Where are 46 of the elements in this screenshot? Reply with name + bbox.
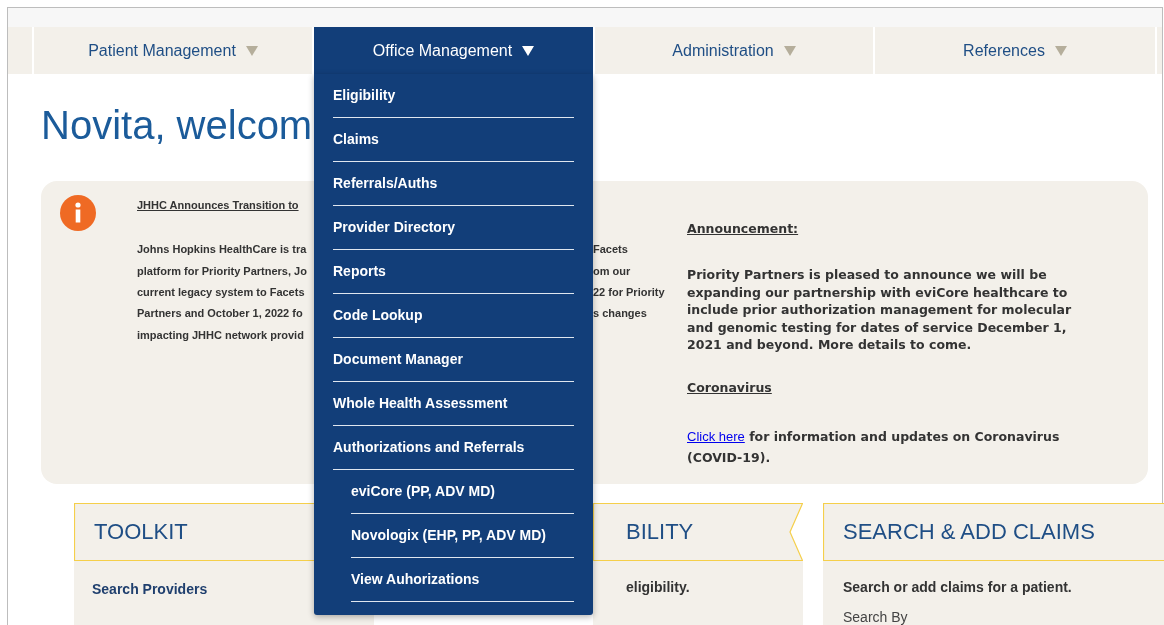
nav-bar-end xyxy=(1157,27,1162,74)
notice-text: Facets xyxy=(593,242,628,258)
menu-item[interactable]: Whole Health Assessment xyxy=(333,382,574,426)
menu-item[interactable]: eviCore (PP, ADV MD) xyxy=(351,470,574,514)
notice-text: 22 for Priority xyxy=(593,285,665,300)
coronavirus-heading: Coronavirus xyxy=(687,378,772,396)
nav-bar-end xyxy=(8,27,32,74)
info-icon xyxy=(60,195,96,231)
card-title: SEARCH & ADD CLAIMS xyxy=(843,519,1095,545)
menu-item[interactable]: Novologix (EHP, PP, ADV MD) xyxy=(351,514,574,558)
menu-item[interactable]: Eligibility xyxy=(333,74,574,118)
notice-text: Partners and October 1, 2022 fo xyxy=(137,307,303,320)
notice-title[interactable]: JHHC Announces Transition to xyxy=(137,198,299,212)
card-text: Search or add claims for a patient. xyxy=(843,578,1072,596)
click-here-link[interactable]: Click here xyxy=(687,428,745,444)
notice-text: impacting JHHC network provid xyxy=(137,328,304,341)
caret-icon xyxy=(522,45,535,56)
menu-item[interactable]: Reports xyxy=(333,250,574,294)
menu-item[interactable]: Claims xyxy=(333,118,574,162)
menu-item[interactable]: Provider Directory xyxy=(333,206,574,250)
menu-item[interactable]: Document Manager xyxy=(333,338,574,382)
notice-text: current legacy system to Facets xyxy=(137,286,305,298)
notice-text: Johns Hopkins HealthCare is tra xyxy=(137,243,307,256)
nav-tab[interactable]: Patient Management xyxy=(34,27,312,74)
notice-text: om our xyxy=(593,263,631,279)
menu-item[interactable]: Referrals/Auths xyxy=(333,162,574,206)
card-text: eligibility. xyxy=(626,578,690,596)
card-link[interactable]: Search Providers xyxy=(92,573,208,605)
nav-tab[interactable]: Administration xyxy=(595,27,873,74)
card-text: Search By xyxy=(843,608,908,625)
nav-tab[interactable]: Office Management xyxy=(314,27,593,74)
caret-icon xyxy=(783,45,796,56)
coronavirus-text: Click here for information and updates on Coronavirus (COVID-19). xyxy=(687,427,1061,467)
notice-text: platform for Priority Partners, Jo xyxy=(137,264,307,277)
menu-item[interactable]: Code Lookup xyxy=(333,294,574,338)
menu-item[interactable]: View Auhorizations xyxy=(351,558,574,602)
announcement-heading: Announcement: xyxy=(687,220,799,237)
welcome-heading: Novita, welcom xyxy=(41,102,313,149)
card-title: TOOLKIT xyxy=(94,519,188,545)
card-title: BILITY xyxy=(626,519,694,545)
announcement-text: Priority Partners is pleased to announce we will be expanding our partnership with eviCore healthcare to include prior authorization management for molecular and genomic testing for dates of service December 1, 2021 and beyond. More details to come. xyxy=(687,266,1073,354)
caret-icon xyxy=(1054,45,1067,56)
nav-tab[interactable]: References xyxy=(875,27,1155,74)
caret-icon xyxy=(245,45,258,56)
menu-item[interactable]: Authorizations and Referrals xyxy=(333,426,574,470)
notice-text: s changes xyxy=(593,306,647,322)
